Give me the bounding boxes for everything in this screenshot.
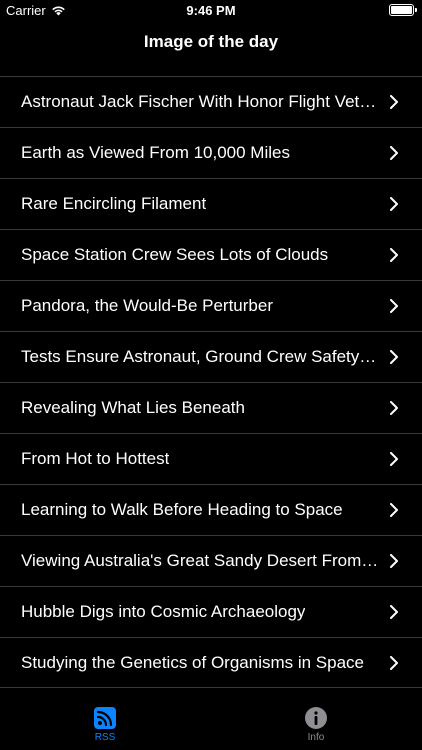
list-item[interactable]: Earth as Viewed From 10,000 Miles (0, 127, 422, 178)
battery-icon (389, 4, 417, 16)
article-list: Astronaut Jack Fischer With Honor Flight… (0, 76, 422, 688)
chevron-right-icon (390, 248, 398, 262)
list-item-title: From Hot to Hottest (21, 449, 170, 468)
status-bar: Carrier 9:46 PM (0, 0, 422, 22)
tab-info-label: Info (307, 732, 325, 743)
info-icon (305, 707, 327, 729)
list-item[interactable]: Pandora, the Would-Be Perturber (0, 280, 422, 331)
list-item-title: Space Station Crew Sees Lots of Clouds (21, 245, 329, 264)
list-item-title: Viewing Australia's Great Sandy Desert F… (21, 551, 379, 570)
tab-rss-label: RSS (94, 732, 116, 743)
list-item-title: Hubble Digs into Cosmic Archaeology (21, 602, 306, 621)
list-item-title: Revealing What Lies Beneath (21, 398, 245, 417)
chevron-right-icon (390, 146, 398, 160)
list-item-title: Studying the Genetics of Organisms in Sp… (21, 652, 365, 672)
list-item-title: Learning to Walk Before Heading to Space (21, 500, 343, 519)
chevron-right-icon (390, 503, 398, 517)
chevron-right-icon (390, 299, 398, 313)
list-item[interactable]: Space Station Crew Sees Lots of Clouds (0, 229, 422, 280)
list-item-title: Earth as Viewed From 10,000 Miles (21, 143, 290, 162)
chevron-right-icon (390, 554, 398, 568)
list-item[interactable]: Studying the Genetics of Organisms in Sp… (0, 637, 422, 688)
list-item[interactable]: Rare Encircling Filament (0, 178, 422, 229)
tab-info[interactable]: Info (266, 706, 366, 743)
list-item-title: Rare Encircling Filament (21, 194, 207, 213)
list-item[interactable]: Tests Ensure Astronaut, Ground Crew Safe… (0, 331, 422, 382)
list-item[interactable]: From Hot to Hottest (0, 433, 422, 484)
chevron-right-icon (390, 452, 398, 466)
tab-rss[interactable]: RSS (55, 706, 155, 743)
chevron-right-icon (390, 350, 398, 364)
list-item-title: Pandora, the Would-Be Perturber (21, 296, 273, 315)
list-item[interactable]: Hubble Digs into Cosmic Archaeology (0, 586, 422, 637)
chevron-right-icon (390, 95, 398, 109)
list-item[interactable]: Astronaut Jack Fischer With Honor Flight… (0, 76, 422, 127)
list-item[interactable]: Learning to Walk Before Heading to Space (0, 484, 422, 535)
list-item[interactable]: Viewing Australia's Great Sandy Desert F… (0, 535, 422, 586)
chevron-right-icon (390, 197, 398, 211)
chevron-right-icon (390, 401, 398, 415)
chevron-right-icon (390, 656, 398, 670)
chevron-right-icon (390, 605, 398, 619)
status-time: 9:46 PM (186, 3, 236, 18)
page-title: Image of the day (143, 32, 279, 51)
list-item-title: Astronaut Jack Fischer With Honor Flight… (21, 92, 377, 111)
list-item-title: Tests Ensure Astronaut, Ground Crew Safe… (21, 347, 377, 366)
list-item[interactable]: Revealing What Lies Beneath (0, 382, 422, 433)
rss-icon (94, 707, 116, 729)
tab-bar: RSS Info (0, 702, 422, 750)
